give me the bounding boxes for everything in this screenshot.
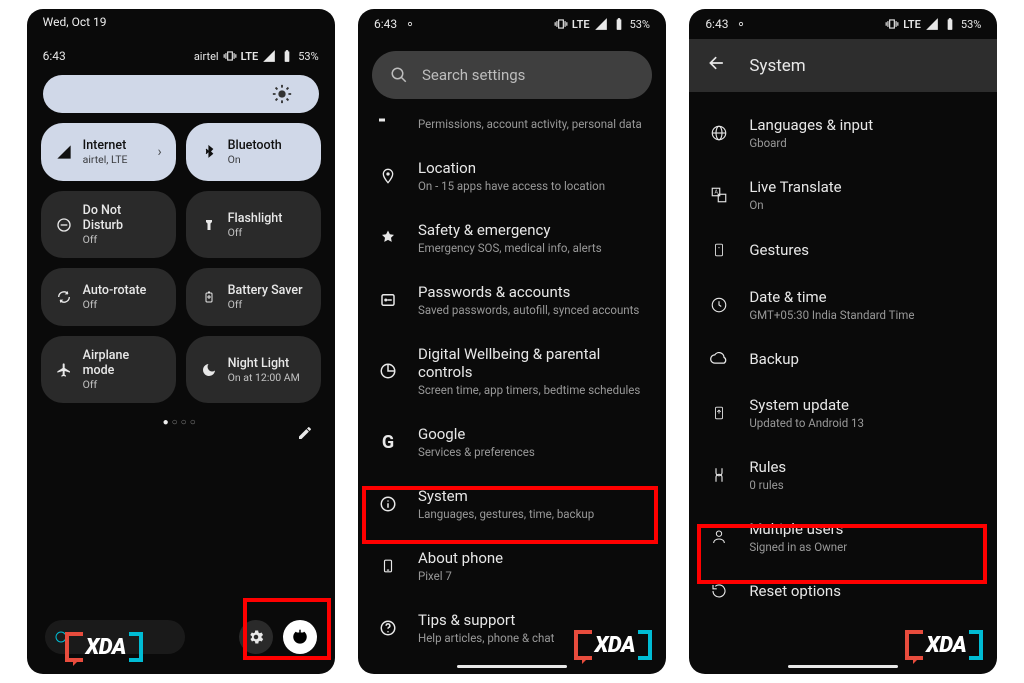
update-icon xyxy=(707,403,731,423)
tile-bluetooth[interactable]: BluetoothOn xyxy=(186,123,321,181)
user-icon xyxy=(707,528,731,546)
page-title: System xyxy=(749,56,805,76)
status-bar: 6:43 airtel LTE 53% xyxy=(27,35,335,71)
clock-icon xyxy=(707,296,731,314)
signal-icon xyxy=(925,17,939,31)
xda-watermark: XDA xyxy=(905,630,983,660)
status-bar: 6:43 LTE 53% xyxy=(689,9,997,39)
system-users[interactable]: Multiple usersSigned in as Owner xyxy=(689,506,997,568)
tile-internet[interactable]: Internetairtel, LTE › xyxy=(41,123,176,181)
vibrate-icon xyxy=(885,17,899,31)
battery-icon xyxy=(280,49,294,63)
tile-autorotate[interactable]: Auto-rotateOff xyxy=(41,268,176,326)
settings-search[interactable]: Search settings xyxy=(372,51,652,99)
signal-icon xyxy=(55,144,73,160)
system-translate[interactable]: A Live TranslateOn xyxy=(689,164,997,226)
google-icon: G xyxy=(376,432,400,453)
phone-quick-settings: Wed, Oct 19 6:43 airtel LTE 53% Internet… xyxy=(27,9,335,674)
battery-icon xyxy=(943,17,957,31)
home-indicator[interactable] xyxy=(788,665,898,668)
wellbeing-icon xyxy=(376,362,400,380)
location-icon xyxy=(376,166,400,186)
airplane-icon xyxy=(55,362,73,378)
phone-settings-list: 6:43 LTE 53% Search settings Permissions… xyxy=(358,9,666,674)
tile-airplane[interactable]: Airplane modeOff xyxy=(41,336,176,403)
vibrate-icon xyxy=(223,49,237,63)
quick-tiles: Internetairtel, LTE › BluetoothOn Do Not… xyxy=(27,123,335,403)
dnd-icon xyxy=(55,217,73,233)
info-icon xyxy=(376,495,400,513)
globe-icon xyxy=(707,124,731,142)
xda-watermark: XDA xyxy=(574,630,652,660)
date-label: Wed, Oct 19 xyxy=(27,9,335,35)
settings-list: Permissions, account activity, personal … xyxy=(358,117,666,671)
chevron-right-icon: › xyxy=(157,144,161,160)
power-icon xyxy=(291,628,309,646)
system-languages[interactable]: Languages & inputGboard xyxy=(689,102,997,164)
phone-icon xyxy=(376,556,400,576)
status-bar: 6:43 LTE 53% xyxy=(358,9,666,39)
system-list: Languages & inputGboard A Live Translate… xyxy=(689,92,997,626)
gear-icon xyxy=(247,628,265,646)
tile-battery-saver[interactable]: Battery SaverOff xyxy=(186,268,321,326)
signal-icon xyxy=(594,17,608,31)
status-right: airtel LTE 53% xyxy=(194,49,319,63)
setting-wellbeing[interactable]: Digital Wellbeing & parental controlsScr… xyxy=(358,331,666,411)
setting-about[interactable]: About phonePixel 7 xyxy=(358,535,666,597)
setting-system[interactable]: SystemLanguages, gestures, time, backup xyxy=(358,473,666,535)
xda-watermark: XDA xyxy=(65,632,143,662)
svg-text:A: A xyxy=(715,190,719,196)
dot-icon xyxy=(405,19,415,29)
battery-icon xyxy=(612,17,626,31)
brightness-icon xyxy=(271,83,293,105)
power-button[interactable] xyxy=(283,620,317,654)
settings-gear-button[interactable] xyxy=(239,620,273,654)
back-arrow-icon[interactable] xyxy=(707,53,727,78)
privacy-icon xyxy=(376,117,400,123)
reset-icon xyxy=(707,582,731,600)
system-reset[interactable]: Reset options xyxy=(689,568,997,614)
system-rules[interactable]: Rules0 rules xyxy=(689,444,997,506)
status-time: 6:43 xyxy=(43,49,66,63)
setting-google[interactable]: G GoogleServices & preferences xyxy=(358,411,666,473)
rotate-icon xyxy=(55,289,73,305)
tile-flashlight[interactable]: FlashlightOff xyxy=(186,191,321,258)
tile-nightlight[interactable]: Night LightOn at 12:00 AM xyxy=(186,336,321,403)
brightness-slider[interactable] xyxy=(43,75,319,113)
system-backup[interactable]: Backup xyxy=(689,336,997,382)
key-icon xyxy=(376,291,400,309)
setting-privacy[interactable]: Permissions, account activity, personal … xyxy=(358,117,666,145)
star-icon xyxy=(376,229,400,247)
vibrate-icon xyxy=(554,17,568,31)
system-gestures[interactable]: Gestures xyxy=(689,226,997,274)
system-update[interactable]: System updateUpdated to Android 13 xyxy=(689,382,997,444)
tile-dnd[interactable]: Do Not DisturbOff xyxy=(41,191,176,258)
rules-icon xyxy=(707,466,731,484)
moon-icon xyxy=(200,362,218,378)
help-icon xyxy=(376,619,400,637)
setting-safety[interactable]: Safety & emergencyEmergency SOS, medical… xyxy=(358,207,666,269)
system-datetime[interactable]: Date & timeGMT+05:30 India Standard Time xyxy=(689,274,997,336)
home-indicator[interactable] xyxy=(457,665,567,668)
page-dots: ●○○○ xyxy=(27,403,335,432)
dot-icon xyxy=(736,19,746,29)
setting-location[interactable]: LocationOn - 15 apps have access to loca… xyxy=(358,145,666,207)
system-header: System xyxy=(689,39,997,92)
phone-system-settings: 6:43 LTE 53% System Languages & inputGbo… xyxy=(689,9,997,674)
bluetooth-icon xyxy=(200,143,218,161)
gesture-icon xyxy=(707,240,731,260)
battery-saver-icon xyxy=(200,288,218,306)
setting-passwords[interactable]: Passwords & accountsSaved passwords, aut… xyxy=(358,269,666,331)
cloud-icon xyxy=(707,352,731,366)
flashlight-icon xyxy=(200,216,218,234)
translate-icon: A xyxy=(707,186,731,204)
search-icon xyxy=(390,66,408,84)
edit-icon[interactable] xyxy=(297,425,313,445)
signal-icon xyxy=(262,49,276,63)
